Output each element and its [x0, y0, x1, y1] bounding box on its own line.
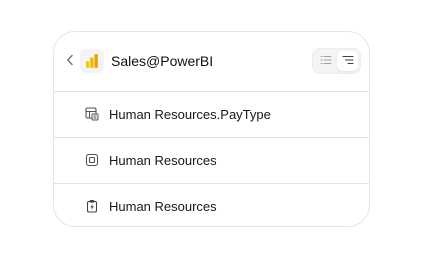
list-item-label: Human Resources	[109, 199, 217, 214]
page-title: Sales@PowerBI	[111, 53, 214, 69]
list-item[interactable]: Human Resources.PayType	[54, 91, 369, 138]
list-item[interactable]: Human Resources	[54, 137, 369, 184]
tree-icon	[341, 52, 354, 70]
list-view-button[interactable]	[315, 51, 336, 71]
view-toggle	[312, 48, 361, 74]
list-item[interactable]: Human Resources	[54, 183, 369, 226]
list-item-label: Human Resources.PayType	[109, 107, 271, 122]
back-button[interactable]	[62, 53, 78, 71]
schema-icon	[85, 153, 99, 167]
list-icon	[320, 52, 332, 70]
chevron-left-icon	[66, 53, 74, 71]
navigation-panel: Sales@PowerBI Human Resources.PayType Hu…	[53, 31, 370, 227]
powerbi-icon	[80, 49, 104, 73]
panel-header: Sales@PowerBI	[54, 32, 369, 92]
table-icon	[85, 107, 99, 121]
clipboard-icon	[85, 199, 99, 213]
tree-view-button[interactable]	[337, 51, 358, 71]
list-item-label: Human Resources	[109, 153, 217, 168]
